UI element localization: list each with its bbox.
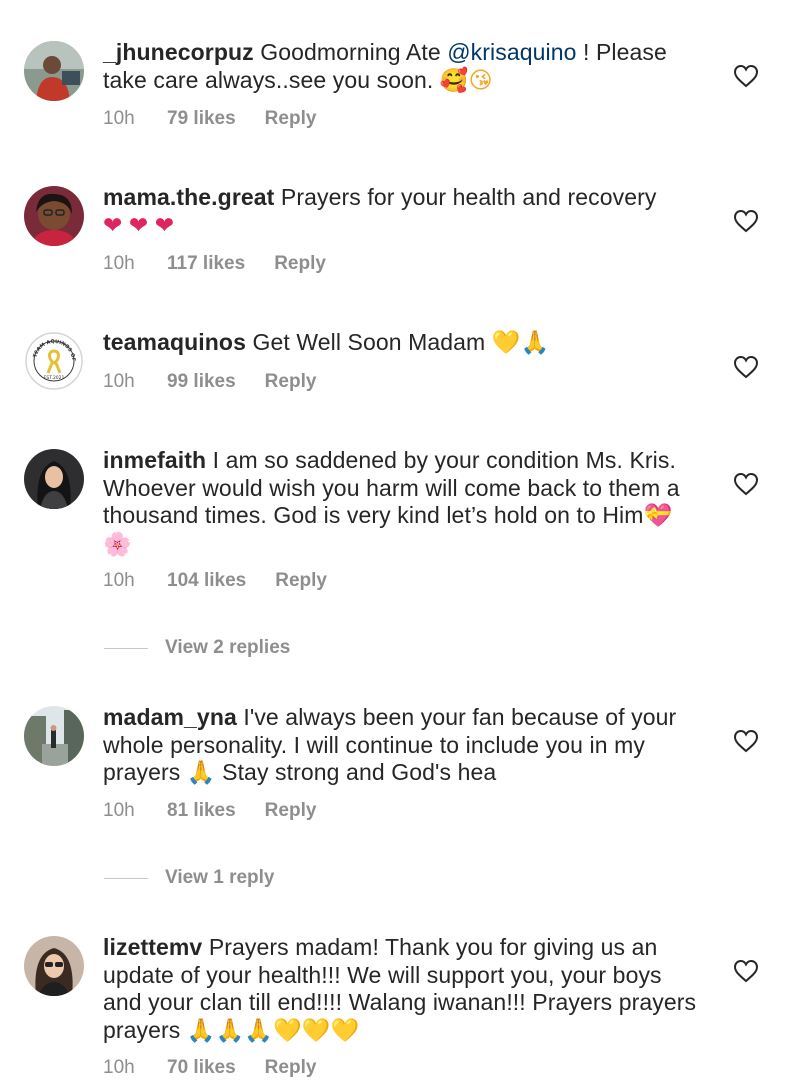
praying-hands-emoji-icon: 🙏: [520, 330, 550, 356]
likes-count[interactable]: 104 likes: [167, 570, 246, 592]
reply-button[interactable]: Reply: [265, 371, 317, 393]
likes-count[interactable]: 99 likes: [167, 371, 236, 393]
avatar[interactable]: [24, 186, 84, 246]
comment-time: 10h: [103, 371, 135, 392]
avatar[interactable]: TEAM AQUINOS OFFICIAL EST.2021: [24, 331, 84, 391]
praying-hands-emoji-icon: 🙏: [186, 1017, 216, 1044]
comment-username[interactable]: lizettemv: [103, 934, 202, 960]
comment-meta: 10h 70 likes Reply: [103, 1057, 316, 1079]
comment-text: mama.the.great Prayers for your health a…: [103, 184, 703, 240]
reply-button[interactable]: Reply: [265, 1057, 317, 1079]
like-button[interactable]: [733, 729, 759, 753]
comment-username[interactable]: _jhunecorpuz: [103, 39, 254, 65]
comment-time: 10h: [103, 108, 135, 129]
red-heart-emoji-icon: ❤: [103, 212, 123, 239]
avatar-photo-icon: [24, 936, 84, 996]
comment-body: Stay strong and God's hea: [215, 759, 497, 785]
praying-hands-emoji-icon: 🙏: [186, 760, 216, 786]
yellow-heart-emoji-icon: 💛: [330, 1017, 360, 1044]
praying-hands-emoji-icon: 🙏: [244, 1017, 274, 1044]
comment-meta: 10h 104 likes Reply: [103, 570, 327, 592]
heart-outline-icon: [733, 472, 759, 496]
avatar[interactable]: [24, 706, 84, 766]
like-button[interactable]: [733, 64, 759, 88]
avatar-photo-icon: [24, 706, 84, 766]
comment-text: madam_yna I've always been your fan beca…: [103, 704, 703, 788]
comment-username[interactable]: madam_yna: [103, 704, 237, 730]
yellow-heart-emoji-icon: 💛: [491, 330, 521, 356]
view-replies-label: View 1 reply: [165, 867, 275, 888]
comment-meta: 10h 117 likes Reply: [103, 253, 326, 275]
comment-username[interactable]: teamaquinos: [103, 329, 246, 355]
comment-username[interactable]: mama.the.great: [103, 184, 274, 210]
heart-outline-icon: [733, 355, 759, 379]
comment-body: Prayers for your health and recovery: [274, 184, 657, 210]
comment-time: 10h: [103, 800, 135, 821]
reply-button[interactable]: Reply: [274, 253, 326, 275]
praying-hands-emoji-icon: 🙏: [215, 1017, 245, 1044]
team-aquinos-logo: TEAM AQUINOS OFFICIAL EST.2021: [24, 331, 84, 391]
heart-outline-icon: [733, 64, 759, 88]
like-button[interactable]: [733, 472, 759, 496]
comment-text: lizettemv Prayers madam! Thank you for g…: [103, 934, 703, 1045]
likes-count[interactable]: 70 likes: [167, 1057, 236, 1079]
avatar[interactable]: [24, 449, 84, 509]
comment-meta: 10h 79 likes Reply: [103, 108, 316, 130]
comment-meta: 10h 99 likes Reply: [103, 371, 316, 393]
likes-count[interactable]: 79 likes: [167, 108, 236, 130]
red-heart-emoji-icon: ❤: [154, 212, 175, 239]
avatar-photo-icon: [24, 41, 84, 101]
avatar-photo-icon: [24, 449, 84, 509]
logo-est-text: EST.2021: [44, 375, 65, 381]
reply-button[interactable]: Reply: [265, 108, 317, 130]
cherry-blossom-emoji-icon: 🌸: [103, 531, 132, 558]
replies-divider-line: [104, 877, 148, 879]
reply-button[interactable]: Reply: [265, 800, 317, 822]
mention-link[interactable]: @krisaquino: [447, 39, 576, 65]
heart-outline-icon: [733, 959, 759, 983]
view-replies-button[interactable]: View 1 reply: [104, 867, 275, 889]
like-button[interactable]: [733, 355, 759, 379]
comment-text: teamaquinos Get Well Soon Madam 💛🙏: [103, 329, 703, 358]
like-button[interactable]: [733, 959, 759, 983]
comment-text: _jhunecorpuz Goodmorning Ate @krisaquino…: [103, 39, 703, 95]
comment-body: Goodmorning Ate: [253, 39, 448, 65]
yellow-heart-emoji-icon: 💛: [273, 1017, 302, 1044]
comment-username[interactable]: inmefaith: [103, 447, 206, 473]
reply-button[interactable]: Reply: [275, 570, 327, 592]
replies-divider-line: [104, 647, 148, 649]
view-replies-button[interactable]: View 2 replies: [104, 637, 290, 659]
kiss-emoji-icon: 😘: [468, 67, 493, 94]
heart-outline-icon: [733, 729, 759, 753]
likes-count[interactable]: 81 likes: [167, 800, 236, 822]
smiling-hearts-emoji-icon: 🥰: [439, 67, 469, 94]
yellow-heart-emoji-icon: 💛: [301, 1017, 331, 1044]
like-button[interactable]: [733, 209, 759, 233]
heart-outline-icon: [733, 209, 759, 233]
comment-time: 10h: [103, 253, 135, 274]
view-replies-label: View 2 replies: [165, 637, 291, 658]
avatar[interactable]: [24, 41, 84, 101]
comment-meta: 10h 81 likes Reply: [103, 800, 316, 822]
avatar[interactable]: [24, 936, 84, 996]
comment-body: Get Well Soon Madam: [245, 329, 492, 355]
comment-text: inmefaith I am so saddened by your condi…: [103, 447, 703, 559]
avatar-photo-icon: [24, 186, 84, 246]
red-heart-emoji-icon: ❤: [128, 212, 149, 239]
comment-time: 10h: [103, 1057, 135, 1078]
comment-time: 10h: [103, 570, 135, 591]
heart-with-ribbon-emoji-icon: 💝: [643, 503, 673, 529]
likes-count[interactable]: 117 likes: [167, 253, 245, 275]
